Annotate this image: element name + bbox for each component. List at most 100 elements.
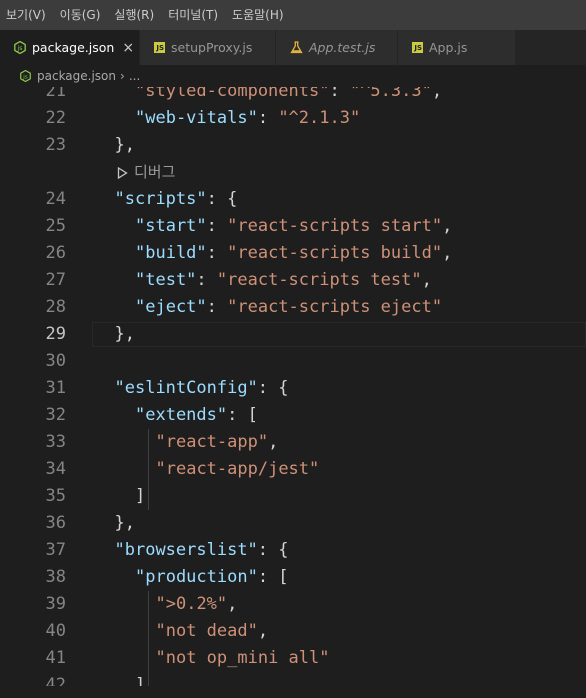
code-line[interactable]: 37 "browserslist": { xyxy=(0,537,586,564)
code-line[interactable]: 24 "scripts": { xyxy=(0,186,586,213)
line-number: 29 xyxy=(45,324,66,344)
line-number: 28 xyxy=(45,297,66,317)
line-number: 37 xyxy=(45,540,66,560)
close-icon[interactable]: × xyxy=(122,40,134,56)
svg-text:js: js xyxy=(22,74,28,80)
line-number: 33 xyxy=(45,432,66,452)
codelens-debug[interactable]: 디버그 xyxy=(117,159,175,186)
tab-app-test-js[interactable]: App.test.js xyxy=(276,30,398,65)
punctuation: }, xyxy=(114,324,135,344)
menu-view[interactable]: 보기(V) xyxy=(0,0,54,30)
json-key: "start" xyxy=(135,216,207,236)
json-key: "web-vitals" xyxy=(135,108,258,128)
punctuation: : xyxy=(329,87,350,101)
code-line[interactable]: 28 "eject": "react-scripts eject" xyxy=(0,294,586,321)
punctuation: }, xyxy=(114,135,135,155)
punctuation: , xyxy=(268,432,279,452)
code-line[interactable]: 22 "web-vitals": "^2.1.3" xyxy=(0,105,586,132)
code-text: "not op_mini all" xyxy=(156,645,330,672)
tab-label: App.js xyxy=(429,40,468,55)
json-string: "react-app/jest" xyxy=(155,459,320,479)
nodejs-icon: js xyxy=(14,41,26,54)
breadcrumb-more[interactable]: ... xyxy=(129,69,140,83)
code-line[interactable]: 33 "react-app", xyxy=(0,429,586,456)
code-line[interactable]: 21 "styled-components": "^5.3.3", xyxy=(0,87,586,105)
code-text: }, xyxy=(115,321,135,348)
tab-label: App.test.js xyxy=(309,40,376,55)
punctuation: , xyxy=(442,243,453,263)
json-string: "styled-components" xyxy=(135,87,330,101)
tab-package-json[interactable]: js package.json × xyxy=(0,30,140,65)
punctuation: , xyxy=(227,594,238,614)
code-editor[interactable]: 21 "styled-components": "^5.3.3", 22 "web-v… xyxy=(0,87,586,698)
tab-app-js[interactable]: JS App.js xyxy=(398,30,516,65)
punctuation: , xyxy=(431,87,443,101)
line-number: 26 xyxy=(45,243,66,263)
punctuation: : [ xyxy=(227,405,258,425)
line-number: 32 xyxy=(45,405,66,425)
json-string: "^2.1.3" xyxy=(278,108,361,128)
code-line[interactable]: 32 "extends": [ xyxy=(0,402,586,429)
tab-label: package.json xyxy=(32,40,115,55)
code-text: "browserslist": { xyxy=(115,537,289,564)
flask-icon xyxy=(290,41,303,54)
code-line[interactable]: 39 ">0.2%", xyxy=(0,591,586,618)
code-text: ] xyxy=(135,483,145,510)
code-line[interactable]: 30 xyxy=(0,348,586,375)
line-number: 40 xyxy=(45,621,66,641)
punctuation: : xyxy=(206,216,228,236)
menu-go[interactable]: 이동(G) xyxy=(54,0,109,30)
json-key: "eslintConfig" xyxy=(114,378,258,398)
code-line[interactable]: 35] xyxy=(0,483,586,510)
js-icon: JS xyxy=(412,42,423,53)
breadcrumb: js package.json › ... xyxy=(0,65,586,87)
horizontal-scrollbar[interactable] xyxy=(0,686,586,698)
json-key: "test" xyxy=(135,270,197,290)
menu-run[interactable]: 실행(R) xyxy=(108,0,162,30)
json-string: "^5.3.3" xyxy=(349,87,432,101)
json-string: "react-scripts test" xyxy=(216,270,422,290)
code-text: "not dead", xyxy=(156,618,269,645)
punctuation: : { xyxy=(257,540,289,560)
line-number: 25 xyxy=(45,216,66,236)
code-line[interactable]: 29}, xyxy=(0,321,586,348)
js-icon: JS xyxy=(154,42,165,53)
menu-bar: 보기(V) 이동(G) 실행(R) 터미널(T) 도움말(H) xyxy=(0,0,586,30)
codelens-label: 디버그 xyxy=(134,163,176,181)
punctuation: : { xyxy=(206,189,238,209)
line-number: 24 xyxy=(45,189,66,209)
json-string: "not op_mini all" xyxy=(155,648,330,668)
punctuation: , xyxy=(421,270,432,290)
play-icon xyxy=(117,166,128,179)
menu-terminal[interactable]: 터미널(T) xyxy=(162,0,226,30)
punctuation: : xyxy=(196,270,217,290)
code-text: "react-app/jest" xyxy=(156,456,320,483)
code-line[interactable]: 36}, xyxy=(0,510,586,537)
code-line[interactable]: 23}, xyxy=(0,132,586,159)
code-text: "test": "react-scripts test", xyxy=(135,267,432,294)
code-line[interactable]: 25 "start": "react-scripts start", xyxy=(0,213,586,240)
json-string: "react-scripts build" xyxy=(227,243,443,263)
line-number: 23 xyxy=(45,135,66,155)
line-number: 38 xyxy=(45,567,66,587)
line-number: 35 xyxy=(45,486,66,506)
code-text: "build": "react-scripts build", xyxy=(135,240,452,267)
punctuation: : [ xyxy=(257,567,289,587)
js-badge: JS xyxy=(154,42,165,53)
menu-help[interactable]: 도움말(H) xyxy=(226,0,292,30)
code-line[interactable]: 41 "not op_mini all" xyxy=(0,645,586,672)
code-line[interactable]: 26 "build": "react-scripts build", xyxy=(0,240,586,267)
code-text: "react-app", xyxy=(156,429,279,456)
line-number: 34 xyxy=(45,459,66,479)
code-line[interactable]: 38 "production": [ xyxy=(0,564,586,591)
code-line[interactable]: 40 "not dead", xyxy=(0,618,586,645)
code-line[interactable]: 34 "react-app/jest" xyxy=(0,456,586,483)
breadcrumb-file[interactable]: package.json xyxy=(37,69,116,83)
json-key: "extends" xyxy=(135,405,228,425)
json-key: "build" xyxy=(135,243,207,263)
tab-setupproxy-js[interactable]: JS setupProxy.js xyxy=(140,30,276,65)
code-text: "eject": "react-scripts eject" xyxy=(135,294,442,321)
code-line[interactable]: 31 "eslintConfig": { xyxy=(0,375,586,402)
breadcrumb-separator: › xyxy=(120,69,125,83)
code-line[interactable]: 27 "test": "react-scripts test", xyxy=(0,267,586,294)
